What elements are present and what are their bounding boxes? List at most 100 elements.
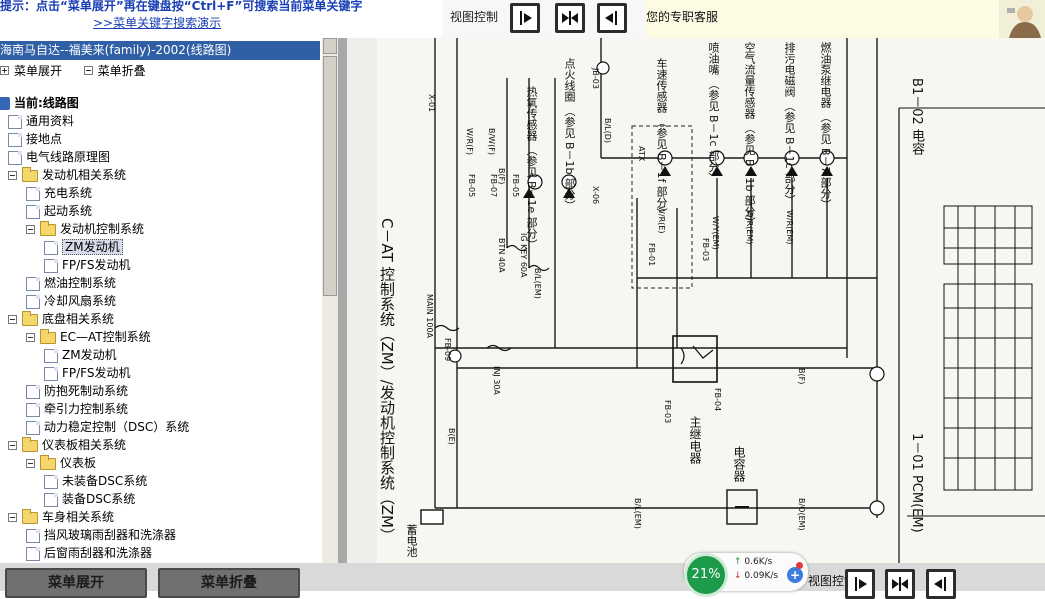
connector-label: FB-07 — [489, 174, 498, 198]
menu-tree-item[interactable]: 未装备DSC系统 — [44, 472, 147, 490]
main-relay-label: 主继电器 — [688, 416, 702, 464]
menu-tree-item[interactable]: FP/FS发动机 — [44, 364, 131, 382]
menu-tree-item[interactable]: 发动机相关系统 — [8, 166, 126, 184]
collapse-toggle-icon[interactable] — [8, 513, 17, 522]
collapse-toggle-icon[interactable] — [8, 315, 17, 324]
menu-tree-item[interactable]: 挡风玻璃雨刮器和洗涤器 — [26, 526, 176, 544]
connector-label: FB-05 — [511, 174, 520, 198]
document-icon — [26, 528, 40, 543]
notification-dot — [796, 562, 803, 569]
menu-tree-label: 充电系统 — [44, 186, 93, 200]
menu-tree-item[interactable]: 装备DSC系统 — [44, 490, 135, 508]
menu-tree-item[interactable]: 车身相关系统 — [8, 508, 114, 526]
network-speed-widget[interactable]: 21% ↑ 0.6K/s ↓ 0.09K/s + — [684, 553, 808, 597]
collapse-toggle-icon[interactable] — [26, 333, 35, 342]
scroll-up-arrow[interactable] — [323, 38, 337, 54]
menu-actions: 菜单展开 菜单折叠 — [0, 62, 146, 78]
diagram-side-title: B1－02 电容 — [909, 78, 924, 155]
document-icon — [44, 240, 58, 255]
menu-tree-item[interactable]: 牵引力控制系统 — [26, 400, 128, 418]
expand-icon — [0, 66, 9, 75]
wire-label: W/R(E) — [657, 206, 666, 234]
menu-expand-link[interactable]: 菜单展开 — [14, 62, 62, 79]
menu-tree-item[interactable]: 通用资料 — [8, 112, 74, 130]
menu-collapse-link[interactable]: 菜单折叠 — [98, 62, 146, 79]
panel-splitter[interactable] — [338, 38, 347, 563]
menu-tree-item[interactable]: ZM发动机 — [44, 346, 117, 364]
menu-tree-label: 装备DSC系统 — [62, 492, 136, 506]
menu-tree-item[interactable]: 底盘相关系统 — [8, 310, 114, 328]
sensor-label: 喷油嘴 （参见 B－1c 部分） — [707, 42, 720, 184]
document-icon — [8, 132, 22, 147]
arrow-left-icon — [934, 577, 946, 591]
menu-tree-item[interactable]: 冷却风扇系统 — [26, 292, 116, 310]
menu-tree-item[interactable]: 动力稳定控制（DSC）系统 — [26, 418, 189, 436]
bottom-split-view-button[interactable] — [885, 569, 915, 599]
menu-tree-label: ZM发动机 — [62, 348, 117, 362]
menu-tree-label: 电气线路原理图 — [26, 150, 111, 164]
bottom-collapse-view-button[interactable] — [926, 569, 956, 599]
plus-icon[interactable]: + — [787, 567, 803, 583]
menu-scrollbar[interactable] — [322, 38, 338, 563]
fuse-label: INJ 30A — [492, 366, 501, 395]
expand-view-button[interactable] — [510, 3, 540, 33]
document-icon — [44, 258, 58, 273]
connector-label: FB-04 — [713, 388, 722, 412]
view-control-label: 视图控制 — [450, 10, 499, 24]
bottom-expand-button[interactable]: 菜单展开 — [5, 568, 147, 598]
menu-tree-item[interactable]: FP/FS发动机 — [44, 256, 131, 274]
connector-label: ATX — [637, 146, 646, 162]
menu-tree-item[interactable]: 充电系统 — [26, 184, 92, 202]
sensor-label: 点火线圈 （参见 B－1b 部分） — [563, 58, 576, 212]
collapse-toggle-icon[interactable] — [26, 225, 35, 234]
capacitor-label: 电容器 — [732, 446, 746, 482]
menu-tree-item[interactable]: 仪表板 — [26, 454, 96, 472]
collapse-toggle-icon[interactable] — [8, 441, 17, 450]
arrow-right-icon — [855, 577, 867, 591]
menu-tree-item[interactable]: 燃油控制系统 — [26, 274, 116, 292]
wire-label: W/R(EM) — [785, 210, 794, 245]
menu-tree-item[interactable]: ZM发动机 — [44, 238, 123, 256]
menu-tree-label: 仪表板相关系统 — [42, 438, 127, 452]
collapse-view-button[interactable] — [597, 3, 627, 33]
menu-tree-item[interactable]: EC—AT控制系统 — [26, 328, 151, 346]
collapse-icon — [83, 66, 93, 75]
menu-tree-item[interactable]: 仪表板相关系统 — [8, 436, 126, 454]
customer-service-bar[interactable]: 您的专职客服 — [646, 0, 1045, 38]
bottom-expand-view-button[interactable] — [845, 569, 875, 599]
folder-icon — [22, 508, 38, 524]
menu-panel: 海南马自达--福美来(family)-2002(线路图) 菜单展开 菜单折叠 当… — [0, 38, 338, 563]
document-icon — [26, 420, 40, 435]
menu-tree-item[interactable]: 后窗雨刮器和洗涤器 — [26, 544, 152, 562]
wiring-lines — [347, 38, 1045, 563]
search-demo-link[interactable]: >>菜单关键字搜索演示 — [93, 14, 221, 31]
menu-tree-item[interactable]: 接地点 — [8, 130, 62, 148]
collapse-toggle-icon[interactable] — [26, 459, 35, 468]
wiring-diagram: C－AT 控制系统（ZM）/发动机控制系统（ZM） B1－02 电容 1－01 … — [347, 38, 1045, 563]
document-icon — [44, 474, 58, 489]
document-icon — [26, 294, 40, 309]
document-icon — [26, 204, 40, 219]
split-view-button[interactable] — [555, 3, 585, 33]
menu-tree-label: 冷却风扇系统 — [44, 294, 117, 308]
bottom-collapse-button[interactable]: 菜单折叠 — [158, 568, 300, 598]
menu-tree-item[interactable]: 当前:线路图 — [0, 94, 79, 112]
connector-label: X-06 — [591, 186, 600, 205]
document-icon — [26, 546, 40, 561]
menu-tree-label: 车身相关系统 — [42, 510, 115, 524]
scroll-thumb[interactable] — [323, 56, 337, 296]
menu-tree-label: 底盘相关系统 — [42, 312, 115, 326]
menu-tree-item[interactable]: 防抱死制动系统 — [26, 382, 128, 400]
arrow-right-icon — [520, 11, 532, 25]
menu-tree-item[interactable]: 起动系统 — [26, 202, 92, 220]
wire-label: B(F) — [797, 368, 806, 385]
wire-label: B/W(F) — [487, 128, 496, 155]
collapse-toggle-icon[interactable] — [8, 171, 17, 180]
document-icon — [26, 384, 40, 399]
menu-tree-item[interactable]: 电气线路原理图 — [8, 148, 110, 166]
menu-tree-item[interactable]: 发动机控制系统 — [26, 220, 144, 238]
download-speed: ↓ 0.09K/s — [734, 571, 779, 581]
battery-label: 蓄电池 — [405, 524, 418, 557]
menu-tree-label: FP/FS发动机 — [62, 366, 131, 380]
diagram-main-title: C－AT 控制系统（ZM）/发动机控制系统（ZM） — [378, 218, 396, 543]
